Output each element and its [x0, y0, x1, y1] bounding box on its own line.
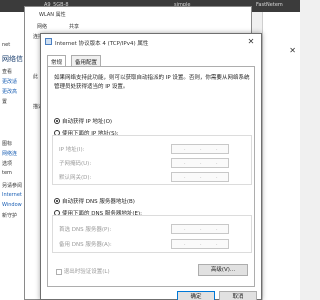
radio-checked-icon — [54, 198, 60, 204]
advanced-button[interactable]: 高级(V)... — [198, 264, 248, 276]
dns-preferred-row: 首选 DNS 服务器(P): ... — [59, 224, 249, 234]
subnet-label: 子网掩码(U): — [59, 161, 92, 167]
ipv4-properties-dialog: Internet 协议版本 4 (TCP/IPv4) 属性 ✕ 常规 备用配置 … — [40, 33, 262, 300]
description-text: 如果网络支持此功能，则可以获取自动指派的 IP 设置。否则，你需要从网络系统管理… — [54, 75, 250, 90]
bg-left-link-2[interactable]: 选项 — [2, 160, 12, 167]
bg-left-item-0[interactable]: 查看 — [2, 68, 12, 75]
gateway-field[interactable]: ... — [171, 172, 229, 182]
right-background-window: ✕ — [262, 12, 300, 300]
bg-left-item-3[interactable]: 置 — [2, 98, 7, 105]
bg-left-link-1[interactable]: 网络连 — [2, 150, 17, 157]
checkbox-icon — [56, 268, 62, 275]
bg-left-item-2[interactable]: 更改高 — [2, 88, 17, 95]
subnet-field[interactable]: ... — [171, 158, 229, 168]
validate-on-exit-checkbox[interactable]: 退出时验证设置(L) — [56, 267, 110, 275]
radio-checked-icon — [54, 118, 60, 124]
cancel-button[interactable]: 取消 — [219, 291, 257, 300]
ip-settings-group: IP 地址(I): ... 子网掩码(U): ... 默认网关(D): ... — [52, 135, 252, 185]
ip-address-row: IP 地址(I): ... — [59, 144, 249, 154]
ip-auto-radio[interactable]: 自动获得 IP 地址(O) — [54, 117, 112, 125]
net-label: net — [2, 42, 11, 48]
ip-address-field[interactable]: ... — [171, 144, 229, 154]
general-tab-panel: 如果网络支持此功能，则可以获取自动指派的 IP 设置。否则，你需要从网络系统管理… — [47, 66, 255, 287]
validate-on-exit-label: 退出时验证设置(L) — [63, 269, 110, 275]
wlan-side-label-0: 此 — [33, 74, 39, 80]
wlan-tab-network[interactable]: 网络 — [37, 23, 47, 30]
dns-auto-label: 自动获得 DNS 服务器地址(B) — [62, 199, 135, 205]
bg-left-bottom-0: 另请参阅 — [2, 183, 23, 189]
bg-left-link-0[interactable]: 图标 — [2, 140, 12, 147]
dns-auto-radio[interactable]: 自动获得 DNS 服务器地址(B) — [54, 197, 135, 205]
dns-preferred-field[interactable]: ... — [171, 224, 229, 234]
dialog-title: Internet 协议版本 4 (TCP/IPv4) 属性 — [55, 41, 149, 47]
network-center-title: 网络信 — [2, 55, 23, 63]
ok-button[interactable]: 确定 — [177, 291, 215, 300]
bg-left-bottom-3: 新守护 — [2, 213, 18, 219]
wlan-tab-share[interactable]: 共享 — [69, 23, 79, 30]
ip-address-label: IP 地址(I): — [59, 147, 85, 153]
tab-alternate-config[interactable]: 备用配置 — [71, 55, 102, 66]
bg-left-bottom-1[interactable]: Internet — [2, 192, 22, 198]
wlan-window-title: WLAN 属性 — [39, 12, 66, 18]
dns-alternate-label: 备用 DNS 服务器(A): — [59, 242, 112, 248]
gateway-label: 默认网关(D): — [59, 175, 92, 181]
bg-left-link-3[interactable]: tem — [2, 170, 12, 176]
bg-left-bottom-2[interactable]: Window — [2, 202, 22, 208]
subnet-row: 子网掩码(U): ... — [59, 158, 249, 168]
dns-preferred-label: 首选 DNS 服务器(P): — [59, 227, 112, 233]
bg-left-item-1[interactable]: 更改适 — [2, 78, 17, 85]
dns-settings-group: 首选 DNS 服务器(P): ... 备用 DNS 服务器(A): ... — [52, 215, 252, 253]
dns-alternate-field[interactable]: ... — [171, 239, 229, 249]
close-icon[interactable]: ✕ — [289, 46, 296, 55]
dns-alternate-row: 备用 DNS 服务器(A): ... — [59, 239, 249, 249]
ip-auto-label: 自动获得 IP 地址(O) — [62, 119, 113, 125]
desktop-strip-text-right: FastNetem — [256, 2, 283, 8]
gateway-row: 默认网关(D): ... — [59, 172, 249, 182]
close-icon[interactable]: ✕ — [245, 36, 257, 48]
network-icon — [45, 38, 52, 45]
dialog-titlebar[interactable]: Internet 协议版本 4 (TCP/IPv4) 属性 ✕ — [41, 34, 261, 50]
